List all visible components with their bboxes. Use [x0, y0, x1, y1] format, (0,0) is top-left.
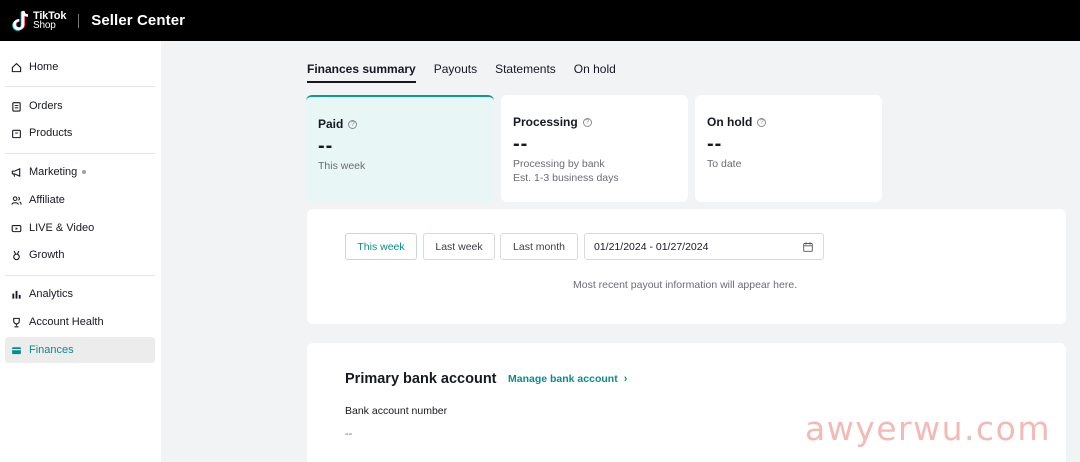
sidebar-item-products[interactable]: Products — [5, 120, 155, 146]
bank-section-title: Primary bank account — [345, 371, 497, 387]
card-title: Processing — [513, 115, 578, 129]
calendar-icon — [803, 242, 813, 252]
sidebar-item-growth[interactable]: Growth — [5, 242, 155, 268]
people-icon — [11, 195, 22, 205]
logo-text-line1: TikTok — [33, 9, 67, 22]
wallet-icon — [12, 346, 21, 354]
this-week-button[interactable]: This week — [345, 233, 417, 260]
card-subtitle: To date — [707, 158, 742, 170]
sidebar-item-label: Finances — [29, 344, 74, 356]
date-range-picker[interactable]: 01/21/2024 - 01/27/2024 — [584, 233, 824, 260]
sidebar-item-account-health[interactable]: Account Health — [5, 309, 155, 335]
sidebar-item-label: Growth — [29, 249, 65, 261]
sidebar: Home Orders Products Marketing Affiliate… — [0, 41, 161, 462]
sidebar-item-label: Orders — [29, 100, 63, 112]
sidebar-divider — [5, 86, 155, 87]
header-divider — [78, 13, 80, 28]
sidebar-item-label: Home — [29, 61, 59, 73]
card-value: -- — [707, 133, 723, 155]
last-month-button[interactable]: Last month — [500, 233, 578, 260]
sidebar-divider — [5, 275, 155, 276]
sidebar-item-orders[interactable]: Orders — [5, 93, 155, 119]
date-range-value: 01/21/2024 - 01/27/2024 — [594, 240, 709, 253]
tiktok-note-icon — [12, 10, 29, 31]
last-week-button[interactable]: Last week — [423, 233, 495, 260]
tiktok-shop-logo[interactable]: TikTok Shop — [12, 10, 66, 32]
top-bar: TikTok Shop Seller Center — [0, 0, 1080, 41]
card-title: Paid — [318, 117, 344, 131]
card-subtitle-estimate: Est. 1-3 business days — [513, 172, 619, 184]
paid-card[interactable]: Paid ? -- This week — [306, 95, 494, 202]
sidebar-item-label: Marketing — [29, 166, 78, 178]
megaphone-icon — [11, 167, 21, 177]
card-subtitle: Processing by bank — [513, 158, 605, 170]
card-value: -- — [513, 133, 529, 155]
manage-bank-account-link[interactable]: Manage bank account › — [508, 373, 627, 385]
bar-chart-icon — [12, 290, 21, 299]
card-subtitle: This week — [318, 160, 366, 172]
sidebar-item-affiliate[interactable]: Affiliate — [5, 187, 155, 213]
tab-finances-summary[interactable]: Finances summary — [307, 62, 416, 83]
sidebar-item-label: Analytics — [29, 288, 74, 300]
sidebar-item-label: Account Health — [29, 316, 104, 328]
home-icon — [11, 62, 22, 72]
sidebar-item-label: LIVE & Video — [29, 222, 95, 234]
medal-icon — [13, 250, 20, 260]
sidebar-item-analytics[interactable]: Analytics — [5, 281, 155, 307]
help-icon[interactable]: ? — [757, 117, 767, 127]
app-title: Seller Center — [91, 12, 186, 29]
sidebar-item-label: Products — [29, 127, 73, 139]
sidebar-item-home[interactable]: Home — [5, 54, 155, 80]
chevron-right-icon: › — [623, 373, 628, 385]
tab-statements[interactable]: Statements — [495, 62, 556, 83]
manage-bank-link-label: Manage bank account — [508, 373, 618, 385]
logo-text-line2: Shop — [33, 19, 56, 31]
watermark: awyerwu.com — [805, 409, 1051, 448]
help-icon[interactable]: ? — [348, 119, 358, 129]
sidebar-item-label: Affiliate — [29, 194, 65, 206]
tab-payouts[interactable]: Payouts — [434, 62, 477, 83]
help-icon[interactable]: ? — [582, 117, 592, 127]
card-title: On hold — [707, 115, 753, 129]
card-value: -- — [318, 135, 334, 157]
sidebar-item-marketing[interactable]: Marketing — [5, 159, 155, 185]
bank-account-number-value: -- — [345, 428, 353, 440]
sidebar-item-finances[interactable]: Finances — [5, 337, 155, 363]
tab-on-hold[interactable]: On hold — [574, 62, 616, 83]
empty-state-message: Most recent payout information will appe… — [573, 279, 798, 291]
clipboard-icon — [12, 101, 21, 112]
finance-tabs: Finances summary Payouts Statements On h… — [307, 62, 634, 83]
bank-account-number-label: Bank account number — [345, 405, 448, 417]
on-hold-card[interactable]: On hold ? -- To date — [695, 95, 882, 202]
video-icon — [11, 224, 22, 232]
processing-card[interactable]: Processing ? -- Processing by bank Est. … — [501, 95, 688, 202]
trophy-icon — [13, 317, 20, 327]
sidebar-divider — [5, 153, 155, 154]
sidebar-item-live-video[interactable]: LIVE & Video — [5, 215, 155, 241]
box-icon — [12, 129, 21, 138]
payout-filter-panel: This week Last week Last month 01/21/202… — [307, 209, 1066, 324]
notification-dot — [82, 170, 87, 174]
